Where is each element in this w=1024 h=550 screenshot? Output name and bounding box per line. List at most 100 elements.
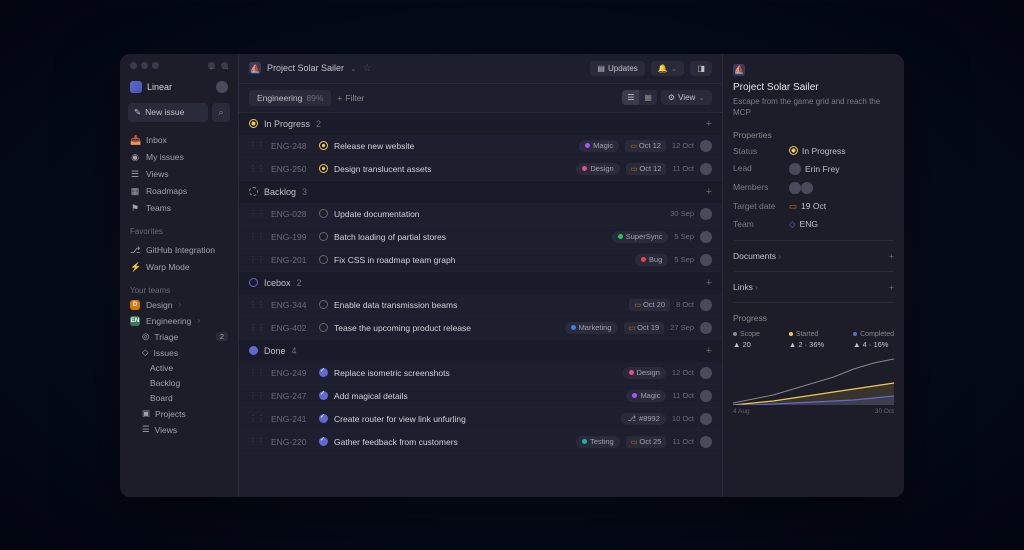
- plus-icon[interactable]: +: [706, 118, 712, 130]
- status-icon[interactable]: [319, 437, 328, 446]
- plus-icon[interactable]: +: [706, 186, 712, 198]
- issue-row[interactable]: ⋮⋮ENG-247Add magical detailsMagic11 Oct: [239, 385, 722, 408]
- issue-row[interactable]: ⋮⋮ENG-199Batch loading of partial stores…: [239, 226, 722, 249]
- nav-fwd[interactable]: →: [221, 62, 228, 69]
- drag-handle-icon[interactable]: ⋮⋮: [249, 255, 265, 264]
- assignee-avatar[interactable]: [700, 390, 712, 402]
- label-tag[interactable]: Design: [576, 163, 619, 175]
- drag-handle-icon[interactable]: ⋮⋮: [249, 164, 265, 173]
- user-avatar[interactable]: [216, 81, 228, 93]
- status-icon[interactable]: [319, 414, 328, 423]
- assignee-avatar[interactable]: [700, 299, 712, 311]
- assignee-avatar[interactable]: [700, 231, 712, 243]
- drag-handle-icon[interactable]: ⋮⋮: [249, 232, 265, 241]
- issue-row[interactable]: ⋮⋮ENG-250Design translucent assetsDesign…: [239, 158, 722, 181]
- status-icon[interactable]: [319, 323, 328, 332]
- label-tag[interactable]: Bug: [635, 254, 668, 266]
- prop-lead[interactable]: LeadErin Frey: [733, 163, 894, 175]
- drag-handle-icon[interactable]: ⋮⋮: [249, 209, 265, 218]
- target-date-pill[interactable]: ▭Oct 12: [626, 163, 667, 175]
- drag-handle-icon[interactable]: ⋮⋮: [249, 300, 265, 309]
- traffic-light[interactable]: [141, 62, 148, 69]
- target-date-pill[interactable]: ▭Oct 20: [629, 299, 670, 311]
- panel-toggle-button[interactable]: ◨: [690, 61, 712, 76]
- issue-row[interactable]: ⋮⋮ENG-402Tease the upcoming product rele…: [239, 317, 722, 340]
- prop-status[interactable]: StatusIn Progress: [733, 146, 894, 156]
- nav-back[interactable]: ←: [208, 62, 215, 69]
- assignee-avatar[interactable]: [700, 322, 712, 334]
- status-icon[interactable]: [319, 141, 328, 150]
- search-button[interactable]: ⌕: [212, 103, 230, 122]
- drag-handle-icon[interactable]: ⋮⋮: [249, 368, 265, 377]
- issue-row[interactable]: ⋮⋮ENG-248Release new websiteMagic▭Oct 12…: [239, 135, 722, 158]
- tree-item[interactable]: ◇Issues: [120, 345, 238, 361]
- documents-section[interactable]: Documents ›+: [733, 251, 894, 261]
- issue-row[interactable]: ⋮⋮ENG-220Gather feedback from customersT…: [239, 431, 722, 454]
- label-tag[interactable]: Magic: [579, 140, 619, 152]
- assignee-avatar[interactable]: [700, 413, 712, 425]
- drag-handle-icon[interactable]: ⋮⋮: [249, 414, 265, 423]
- updates-button[interactable]: ▤Updates: [590, 61, 644, 76]
- workspace-switcher[interactable]: Linear: [120, 77, 238, 97]
- tree-item[interactable]: ◎Triage2: [120, 329, 238, 345]
- issue-row[interactable]: ⋮⋮ENG-028Update documentation30 Sep: [239, 203, 722, 226]
- status-icon[interactable]: [319, 209, 328, 218]
- plus-icon[interactable]: +: [706, 277, 712, 289]
- nav-item[interactable]: ⚑Teams: [120, 200, 238, 217]
- new-issue-button[interactable]: ✎ New issue: [128, 103, 208, 122]
- assignee-avatar[interactable]: [700, 140, 712, 152]
- view-options-button[interactable]: ⚙View⌄: [661, 90, 712, 105]
- drag-handle-icon[interactable]: ⋮⋮: [249, 391, 265, 400]
- label-tag[interactable]: Marketing: [565, 322, 618, 334]
- assignee-avatar[interactable]: [700, 254, 712, 266]
- issue-row[interactable]: ⋮⋮ENG-344Enable data transmission beams▭…: [239, 294, 722, 317]
- group-header[interactable]: Icebox2+: [239, 272, 722, 294]
- group-header[interactable]: Backlog3+: [239, 181, 722, 203]
- traffic-light[interactable]: [130, 62, 137, 69]
- plus-icon[interactable]: +: [706, 345, 712, 357]
- nav-item[interactable]: ☰Views: [120, 166, 238, 183]
- prop-members[interactable]: Members: [733, 182, 894, 194]
- target-date-pill[interactable]: ▭Oct 25: [626, 436, 667, 448]
- notifications-button[interactable]: 🔔⌄: [651, 61, 685, 76]
- label-tag[interactable]: Testing: [576, 436, 620, 448]
- drag-handle-icon[interactable]: ⋮⋮: [249, 323, 265, 332]
- target-date-pill[interactable]: ▭Oct 12: [625, 140, 666, 152]
- tree-item[interactable]: ▣Projects: [120, 406, 238, 422]
- group-header[interactable]: In Progress2+: [239, 113, 722, 135]
- plus-icon[interactable]: +: [889, 251, 894, 261]
- assignee-avatar[interactable]: [700, 163, 712, 175]
- pr-tag[interactable]: ⎇#8992: [621, 413, 666, 425]
- team-item[interactable]: ENEngineering›: [120, 313, 238, 329]
- nav-item[interactable]: 📥Inbox: [120, 132, 238, 149]
- links-section[interactable]: Links ›+: [733, 282, 894, 292]
- group-header[interactable]: Done4+: [239, 340, 722, 362]
- team-filter-pill[interactable]: Engineering 89%: [249, 90, 331, 106]
- status-icon[interactable]: [319, 391, 328, 400]
- status-icon[interactable]: [319, 300, 328, 309]
- assignee-avatar[interactable]: [700, 367, 712, 379]
- tree-item[interactable]: ☰Views: [120, 422, 238, 438]
- drag-handle-icon[interactable]: ⋮⋮: [249, 437, 265, 446]
- nav-item[interactable]: ◉My issues: [120, 149, 238, 166]
- tree-item[interactable]: Board: [120, 391, 238, 406]
- target-date-pill[interactable]: ▭Oct 19: [624, 322, 665, 334]
- label-tag[interactable]: SuperSync: [612, 231, 669, 243]
- traffic-light[interactable]: [152, 62, 159, 69]
- plus-icon[interactable]: +: [889, 282, 894, 292]
- status-icon[interactable]: [319, 164, 328, 173]
- status-icon[interactable]: [319, 255, 328, 264]
- status-icon[interactable]: [319, 232, 328, 241]
- issue-row[interactable]: ⋮⋮ENG-241Create router for view link unf…: [239, 408, 722, 431]
- assignee-avatar[interactable]: [700, 208, 712, 220]
- assignee-avatar[interactable]: [700, 436, 712, 448]
- list-view-button[interactable]: ☰: [622, 90, 639, 105]
- star-icon[interactable]: ☆: [363, 63, 372, 74]
- add-filter-button[interactable]: +Filter: [337, 93, 364, 103]
- issue-row[interactable]: ⋮⋮ENG-201Fix CSS in roadmap team graphBu…: [239, 249, 722, 272]
- label-tag[interactable]: Magic: [626, 390, 666, 402]
- prop-target-date[interactable]: Target date▭19 Oct: [733, 201, 894, 212]
- status-icon[interactable]: [319, 368, 328, 377]
- board-view-button[interactable]: ▦: [639, 90, 657, 105]
- favorite-item[interactable]: ⎇GitHub Integration: [120, 242, 238, 259]
